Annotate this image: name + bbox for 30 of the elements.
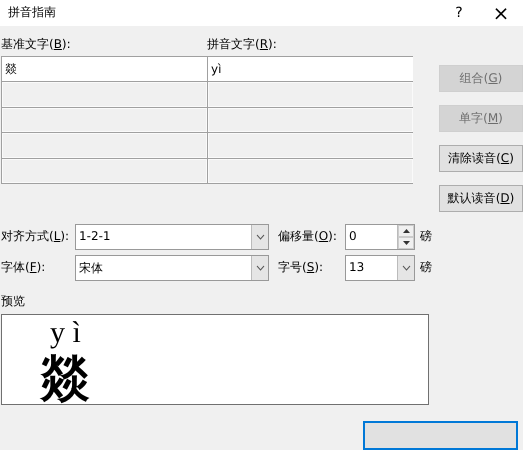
ruby-text-cell[interactable] [208,108,413,132]
spinner-field[interactable]: 0 [345,224,415,250]
base-text-cell[interactable]: 燚 [2,56,207,82]
dialog-button[interactable]: 默认读音(D) [439,184,523,212]
ruby-text-cell[interactable] [208,133,413,158]
unit-label: 磅 [420,259,432,276]
ruby-text-cell[interactable] [208,82,413,107]
ruby-text-cell[interactable]: yì [208,56,413,82]
dropdown-field[interactable]: 13 [345,254,415,281]
dialog-button[interactable]: 清除读音(C) [439,144,523,172]
caret-icon [256,234,264,240]
dropdown-field[interactable]: 宋体 [75,254,269,281]
window-title: 拼音指南 [8,4,57,22]
close-button[interactable]: × [487,0,515,25]
ruby-text-cell[interactable] [208,158,413,184]
unit-label: 磅 [420,228,432,246]
preview-ruby-text: y ì [50,316,81,349]
field-label: 字号(S): [278,259,324,276]
caret-icon [402,264,410,271]
help-button[interactable]: ? [445,4,473,21]
field-label: 偏移量(O): [278,228,338,246]
column-label: 拼音文字(R): [207,36,278,54]
preview-label: 预览 [1,292,26,310]
caret-icon [256,264,264,271]
field-label: 对齐方式(L): [1,228,70,246]
column-label: 基准文字(B): [1,36,72,54]
preview-base-text: 燚 [40,348,90,404]
dropdown-field[interactable]: 1-2-1 [75,224,269,250]
field-label: 字体(F): [1,259,46,276]
default-button[interactable] [363,421,518,450]
